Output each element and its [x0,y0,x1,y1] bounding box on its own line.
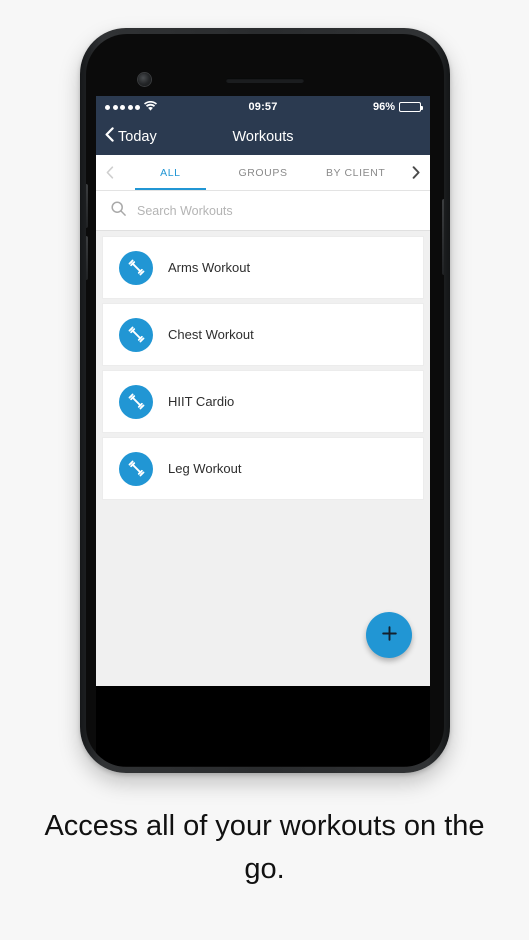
tab-all-label: ALL [160,166,181,179]
volume-up-button[interactable] [86,184,88,228]
back-button-label: Today [118,128,157,145]
phone-bezel: 09:57 96% Today Workouts ALL GROUPS BY C… [86,34,444,767]
list-item[interactable]: Arms Workout [103,237,423,298]
tab-by-client[interactable]: BY CLIENT [309,155,402,190]
list-item[interactable]: Chest Workout [103,304,423,365]
list-item[interactable]: Leg Workout [103,438,423,499]
search-bar[interactable]: Search Workouts [96,191,430,231]
tabs-scroll-right-button[interactable] [402,155,430,190]
tab-groups[interactable]: GROUPS [217,155,310,190]
workout-list: Arms Workout Chest Workout HIIT Cardio L… [96,231,430,686]
battery-icon [399,102,424,112]
search-icon [111,200,126,221]
back-button[interactable]: Today [105,127,157,146]
list-item[interactable]: HIIT Cardio [103,371,423,432]
tab-all[interactable]: ALL [124,155,217,190]
tab-groups-label: GROUPS [238,166,288,179]
chevron-left-icon [105,127,114,146]
search-input[interactable]: Search Workouts [137,204,233,218]
tabs-scroll-left-button[interactable] [96,155,124,190]
earpiece-speaker-icon [226,78,304,83]
caption-text: Access all of your workouts on the go. [44,810,485,885]
status-bar-right: 96% [278,101,424,113]
list-item-label: Leg Workout [168,461,242,476]
dumbbell-icon [119,250,153,285]
add-workout-button[interactable] [366,612,412,658]
plus-icon [381,625,398,645]
list-item-label: HIIT Cardio [168,394,235,409]
list-item-label: Chest Workout [168,327,254,342]
status-bar-clock: 09:57 [248,101,278,113]
battery-percent-label: 96% [372,101,396,113]
list-item-label: Arms Workout [168,260,251,275]
cellular-signal-icon [105,104,140,110]
front-camera-icon [138,73,151,86]
phone-device-frame: 09:57 96% Today Workouts ALL GROUPS BY C… [80,28,450,773]
tab-by-client-label: BY CLIENT [325,166,386,179]
status-bar: 09:57 96% [96,96,430,118]
tab-list: ALL GROUPS BY CLIENT [124,155,402,190]
power-button[interactable] [442,199,444,275]
navigation-bar: Today Workouts [96,118,430,155]
phone-bottom-chin [96,686,430,766]
segment-tab-bar: ALL GROUPS BY CLIENT [96,155,430,191]
status-bar-left [105,100,248,114]
phone-screen: 09:57 96% Today Workouts ALL GROUPS BY C… [96,96,430,686]
dumbbell-icon [119,451,153,486]
dumbbell-icon [119,317,153,352]
dumbbell-icon [119,384,153,419]
volume-down-button[interactable] [86,236,88,280]
wifi-icon [144,100,157,114]
